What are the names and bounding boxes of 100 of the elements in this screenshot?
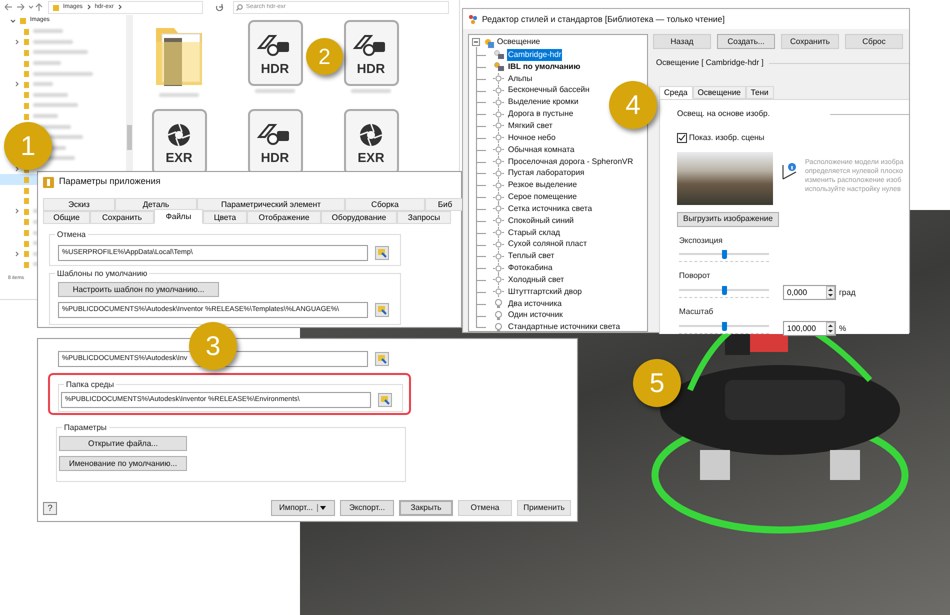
tab[interactable]: Файлы <box>154 209 203 224</box>
slider-label: Экспозиция <box>678 235 724 247</box>
browse-folder-icon[interactable] <box>378 393 392 407</box>
chevron-icon[interactable] <box>10 18 16 24</box>
tree-item[interactable]: Два источника <box>507 298 563 310</box>
toolbar-button[interactable]: Создать... <box>717 34 775 49</box>
file-icon[interactable]: HDR <box>248 20 302 86</box>
tree-item[interactable]: Сетка источника света <box>507 202 594 215</box>
tree-item[interactable]: Сухой соляной пласт <box>507 238 588 250</box>
tree-item[interactable]: Обычная комната <box>507 144 576 156</box>
tree-item[interactable]: Cambridge-hdr <box>507 48 562 61</box>
tab[interactable]: Биб <box>425 198 465 211</box>
chevron-icon[interactable] <box>14 250 20 257</box>
tree-item[interactable]: Дорога в пустыне <box>507 108 574 120</box>
sun-icon <box>493 84 504 96</box>
tree-item[interactable]: Штуттгартский двор <box>507 286 583 298</box>
section-title: Освещение [ Cambridge-hdr ] <box>655 57 764 69</box>
folder-icon <box>53 4 59 10</box>
template-button[interactable]: Настроить шаблон по умолчанию... <box>58 282 219 297</box>
dialog-button[interactable]: Импорт... <box>271 500 335 516</box>
tab[interactable]: Тени <box>746 86 774 99</box>
scrollbar-thumb[interactable] <box>127 125 132 150</box>
tab[interactable]: Сборка <box>345 198 425 211</box>
slider-thumb[interactable] <box>722 286 727 294</box>
app-icon <box>43 176 54 188</box>
tree-item[interactable]: Ночное небо <box>507 132 557 144</box>
tab[interactable]: Эскиз <box>43 198 115 211</box>
option-button[interactable]: Открытие файла... <box>59 436 187 451</box>
info-icon <box>781 162 797 180</box>
tree-item[interactable]: Спокойный синий <box>507 214 575 227</box>
slider[interactable] <box>679 322 769 336</box>
tree-item[interactable]: Стандартные источники света <box>507 321 622 334</box>
dialog-button[interactable]: Экспорт... <box>340 500 394 516</box>
chevron-icon[interactable] <box>14 166 20 172</box>
spinner-icon[interactable] <box>826 322 835 335</box>
tree-item[interactable]: Мягкий свет <box>507 120 554 132</box>
browse-folder-icon[interactable] <box>375 352 389 366</box>
tree-item[interactable]: Альпы <box>507 72 534 85</box>
navigation-icon[interactable] <box>4 3 44 11</box>
tree-item[interactable]: Серое помещение <box>507 191 578 204</box>
blurred-label <box>351 89 391 93</box>
file-icon[interactable]: HDR <box>344 20 398 86</box>
dialog-button[interactable]: Закрыть <box>399 500 453 516</box>
chevron-icon[interactable] <box>14 208 20 214</box>
tree-item[interactable]: Фотокабина <box>507 262 554 274</box>
chevron-icon[interactable] <box>14 38 20 45</box>
refresh-icon[interactable] <box>215 3 225 11</box>
sun-icon <box>493 274 504 286</box>
blurred-label <box>33 103 78 108</box>
tree-item[interactable]: Бесконечный бассейн <box>507 84 591 96</box>
browse-folder-icon[interactable] <box>375 246 389 260</box>
tab[interactable]: Общие <box>43 211 90 224</box>
lighting-style-icon <box>493 49 504 60</box>
slider[interactable] <box>679 250 769 264</box>
tree-item[interactable]: Старый склад <box>507 226 562 239</box>
file-type-label: EXR <box>358 151 384 164</box>
file-type-label: HDR <box>260 62 290 75</box>
tree-item[interactable]: Теплый свет <box>507 250 556 262</box>
browse-folder-icon[interactable] <box>375 303 389 317</box>
checkbox-label: Показ. изобр. сцены <box>689 132 764 144</box>
slider-thumb[interactable] <box>722 322 727 330</box>
help-button[interactable]: ? <box>43 502 57 515</box>
tree-item[interactable]: Холодный свет <box>507 274 566 286</box>
tab[interactable]: Параметрический элемент <box>197 198 345 211</box>
tab[interactable]: Сохранить <box>90 211 154 224</box>
tab[interactable]: Цвета <box>203 211 247 224</box>
tab[interactable]: Освещение <box>692 86 746 99</box>
checkbox[interactable] <box>677 133 687 143</box>
tree-item[interactable]: Резкое выделение <box>507 179 578 192</box>
sun-icon <box>493 96 504 108</box>
window-title: Параметры приложения <box>59 175 161 188</box>
spin-field[interactable]: 0,000 <box>783 285 836 300</box>
lighting-icon <box>483 36 494 48</box>
spinner-icon[interactable] <box>826 286 835 299</box>
tree-item[interactable]: Пустая лаборатория <box>507 167 586 180</box>
option-button[interactable]: Именование по умолчанию... <box>59 456 187 471</box>
tab[interactable]: Отображение <box>247 211 321 224</box>
tab[interactable]: Оборудование <box>321 211 397 224</box>
tree-item[interactable]: Проселочная дорога - SpheronVR <box>507 156 634 168</box>
sun-icon <box>493 168 504 179</box>
tree-item[interactable]: Один источник <box>507 309 564 322</box>
collapse-icon[interactable] <box>472 38 480 46</box>
slider[interactable] <box>679 286 769 300</box>
blurred-label <box>33 50 88 54</box>
sun-icon <box>493 108 504 120</box>
bulb-icon <box>493 310 504 321</box>
search-icon <box>236 4 243 10</box>
sun-icon <box>493 215 504 226</box>
tree-item[interactable]: Освещение <box>497 36 540 48</box>
sun-icon <box>493 262 504 274</box>
slider-thumb[interactable] <box>722 250 727 259</box>
unload-image-button[interactable]: Выгрузить изображение <box>677 212 779 226</box>
tab[interactable]: Деталь <box>115 198 197 211</box>
spin-field[interactable]: 100,000 <box>783 321 836 336</box>
file-type-label: HDR <box>356 62 386 75</box>
tree-item[interactable]: Выделение кромки <box>507 96 580 108</box>
chevron-icon[interactable] <box>14 81 20 88</box>
tab[interactable]: Запросы <box>397 211 451 224</box>
tree-item[interactable]: IBL по умолчанию <box>507 60 582 73</box>
tab[interactable]: Среда <box>659 86 693 99</box>
